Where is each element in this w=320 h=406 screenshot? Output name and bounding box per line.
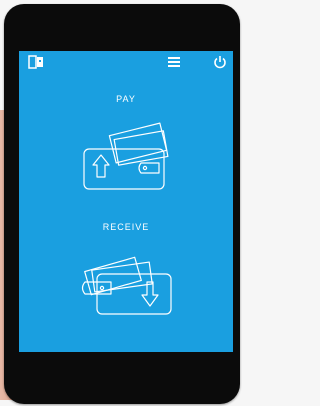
wallet-logo-icon[interactable] <box>28 55 44 69</box>
power-icon[interactable] <box>213 55 227 69</box>
pay-label: PAY <box>116 94 136 104</box>
wallet-upload-icon[interactable] <box>79 121 175 191</box>
app-screen: PAY RECEIVE <box>19 51 233 352</box>
phone-frame: PAY RECEIVE <box>4 4 240 404</box>
top-bar <box>19 51 233 73</box>
wallet-download-icon[interactable] <box>77 248 177 320</box>
scene: PAY RECEIVE <box>0 0 244 406</box>
receive-label: RECEIVE <box>102 222 150 232</box>
menu-icon[interactable] <box>167 56 181 68</box>
